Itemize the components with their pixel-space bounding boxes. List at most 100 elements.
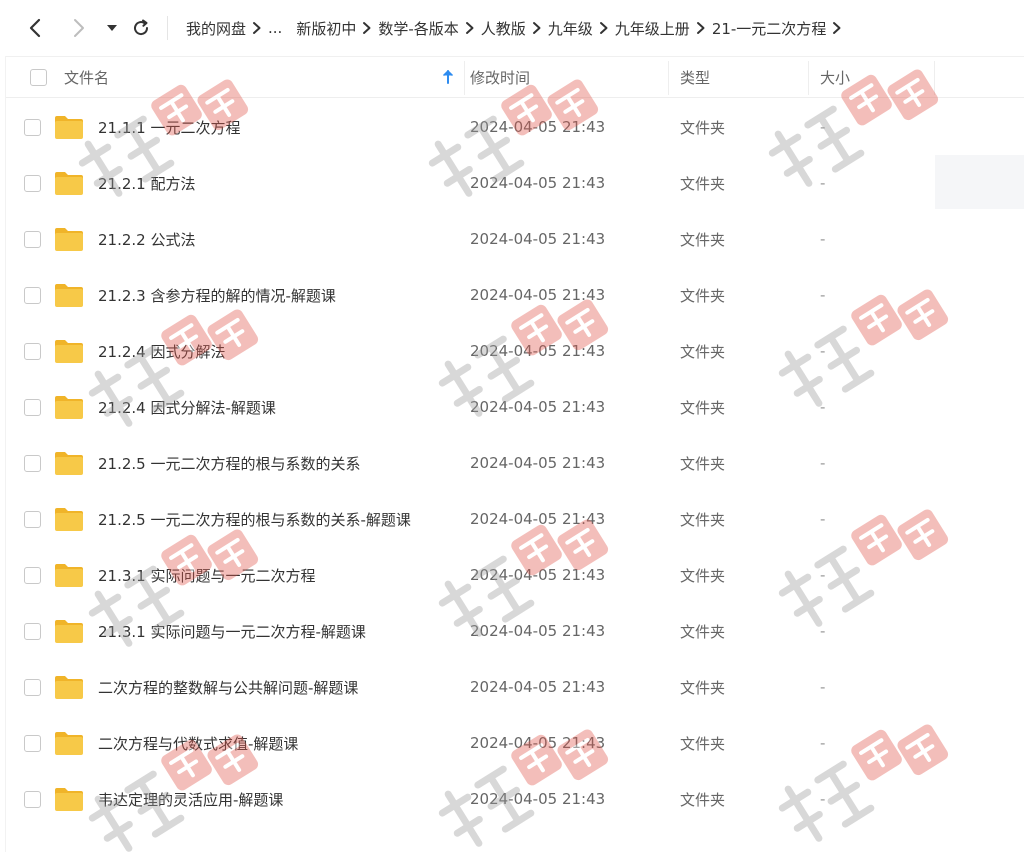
row-checkbox-cell xyxy=(24,155,41,211)
row-checkbox-cell xyxy=(24,771,41,827)
row-checkbox[interactable] xyxy=(24,118,41,136)
table-row[interactable]: 韦达定理的灵活应用-解题课 2024-04-05 21:43 文件夹 - xyxy=(6,771,1024,827)
file-size: - xyxy=(820,678,826,696)
refresh-button[interactable] xyxy=(128,14,154,42)
breadcrumb-item[interactable]: 九年级上册 xyxy=(615,18,690,39)
row-checkbox-cell xyxy=(24,491,41,547)
row-checkbox[interactable] xyxy=(24,790,41,808)
row-checkbox[interactable] xyxy=(24,510,41,528)
file-name[interactable]: 21.2.2 公式法 xyxy=(98,211,195,267)
column-divider[interactable] xyxy=(934,61,935,95)
navigation-bar: 我的网盘 ... 新版初中 数学-各版本 人教版 九年级 九年级上册 21-一元… xyxy=(0,0,1024,56)
file-name[interactable]: 21.2.4 因式分解法 xyxy=(98,323,225,379)
row-checkbox[interactable] xyxy=(24,230,41,248)
file-manager-window: 我的网盘 ... 新版初中 数学-各版本 人教版 九年级 九年级上册 21-一元… xyxy=(0,0,1024,852)
column-header-type[interactable]: 类型 xyxy=(680,57,810,98)
row-checkbox[interactable] xyxy=(24,174,41,192)
file-name[interactable]: 韦达定理的灵活应用-解题课 xyxy=(98,771,283,827)
breadcrumb-item[interactable]: 数学-各版本 xyxy=(378,18,458,39)
row-checkbox[interactable] xyxy=(24,454,41,472)
row-checkbox[interactable] xyxy=(24,678,41,696)
file-name[interactable]: 21.2.1 配方法 xyxy=(98,155,195,211)
file-name[interactable]: 21.2.3 含参方程的解的情况-解题课 xyxy=(98,267,336,323)
table-row[interactable]: 二次方程与代数式求值-解题课 2024-04-05 21:43 文件夹 - xyxy=(6,715,1024,771)
table-row[interactable]: 21.2.5 一元二次方程的根与系数的关系 2024-04-05 21:43 文… xyxy=(6,435,1024,491)
folder-icon xyxy=(54,435,84,491)
file-name[interactable]: 21.2.4 因式分解法-解题课 xyxy=(98,379,276,435)
row-checkbox-cell xyxy=(24,267,41,323)
table-row[interactable]: 21.2.1 配方法 2024-04-05 21:43 文件夹 - xyxy=(6,155,1024,211)
row-checkbox[interactable] xyxy=(24,398,41,416)
file-name[interactable]: 二次方程与代数式求值-解题课 xyxy=(98,715,298,771)
file-name[interactable]: 21.2.5 一元二次方程的根与系数的关系-解题课 xyxy=(98,491,411,547)
folder-icon xyxy=(54,379,84,435)
folder-icon xyxy=(54,771,84,827)
file-type: 文件夹 xyxy=(680,174,726,193)
folder-icon xyxy=(54,491,84,547)
table-row[interactable]: 21.2.2 公式法 2024-04-05 21:43 文件夹 - xyxy=(6,211,1024,267)
file-size: - xyxy=(820,566,826,584)
folder-icon xyxy=(54,267,84,323)
table-row[interactable]: 21.2.4 因式分解法-解题课 2024-04-05 21:43 文件夹 - xyxy=(6,379,1024,435)
file-size: - xyxy=(820,510,826,528)
row-checkbox-cell xyxy=(24,547,41,603)
file-size: - xyxy=(820,622,826,640)
row-checkbox[interactable] xyxy=(24,734,41,752)
chevron-right-icon xyxy=(690,21,712,35)
file-size: - xyxy=(820,790,826,808)
table-row[interactable]: 21.3.1 实际问题与一元二次方程 2024-04-05 21:43 文件夹 … xyxy=(6,547,1024,603)
row-checkbox-cell xyxy=(24,435,41,491)
select-all-checkbox[interactable] xyxy=(30,69,47,86)
sort-ascending-icon[interactable] xyxy=(442,69,454,85)
table-row[interactable]: 21.1.1 一元二次方程 2024-04-05 21:43 文件夹 - xyxy=(6,99,1024,155)
forward-button[interactable] xyxy=(66,14,92,42)
folder-icon xyxy=(54,211,84,267)
folder-icon xyxy=(54,547,84,603)
file-name[interactable]: 21.3.1 实际问题与一元二次方程-解题课 xyxy=(98,603,366,659)
breadcrumb-item[interactable]: 我的网盘 xyxy=(186,18,246,39)
row-checkbox-cell xyxy=(24,211,41,267)
table-row[interactable]: 21.2.5 一元二次方程的根与系数的关系-解题课 2024-04-05 21:… xyxy=(6,491,1024,547)
file-type: 文件夹 xyxy=(680,734,726,753)
row-checkbox[interactable] xyxy=(24,566,41,584)
folder-icon xyxy=(54,323,84,379)
back-button[interactable] xyxy=(22,14,48,42)
file-size: - xyxy=(820,174,826,192)
row-checkbox[interactable] xyxy=(24,342,41,360)
column-header-modified[interactable]: 修改时间 xyxy=(470,57,670,98)
row-checkbox[interactable] xyxy=(24,622,41,640)
history-dropdown-button[interactable] xyxy=(102,14,122,42)
file-name[interactable]: 21.3.1 实际问题与一元二次方程 xyxy=(98,547,315,603)
column-divider[interactable] xyxy=(464,61,465,95)
column-divider[interactable] xyxy=(668,61,669,95)
nav-separator xyxy=(167,16,168,40)
breadcrumb-item[interactable]: 人教版 xyxy=(481,18,526,39)
file-name[interactable]: 21.2.5 一元二次方程的根与系数的关系 xyxy=(98,435,360,491)
file-type: 文件夹 xyxy=(680,510,726,529)
file-size: - xyxy=(820,454,826,472)
breadcrumb-item[interactable]: 新版初中 xyxy=(296,18,356,39)
file-list: 21.1.1 一元二次方程 2024-04-05 21:43 文件夹 - 21.… xyxy=(6,99,1024,827)
file-size: - xyxy=(820,734,826,752)
chevron-right-icon xyxy=(74,19,84,37)
table-row[interactable]: 二次方程的整数解与公共解问题-解题课 2024-04-05 21:43 文件夹 … xyxy=(6,659,1024,715)
folder-icon xyxy=(54,155,84,211)
column-header-size[interactable]: 大小 xyxy=(820,57,940,98)
table-row[interactable]: 21.3.1 实际问题与一元二次方程-解题课 2024-04-05 21:43 … xyxy=(6,603,1024,659)
table-row[interactable]: 21.2.4 因式分解法 2024-04-05 21:43 文件夹 - xyxy=(6,323,1024,379)
file-modified-time: 2024-04-05 21:43 xyxy=(470,342,606,360)
column-header-name[interactable]: 文件名 xyxy=(64,57,458,98)
breadcrumb-current[interactable]: 21-一元二次方程 xyxy=(712,18,827,39)
file-size: - xyxy=(820,230,826,248)
column-divider[interactable] xyxy=(808,61,809,95)
breadcrumb-item[interactable]: 九年级 xyxy=(548,18,593,39)
chevron-right-icon xyxy=(826,21,848,35)
table-row[interactable]: 21.2.3 含参方程的解的情况-解题课 2024-04-05 21:43 文件… xyxy=(6,267,1024,323)
file-name[interactable]: 二次方程的整数解与公共解问题-解题课 xyxy=(98,659,358,715)
row-checkbox[interactable] xyxy=(24,286,41,304)
chevron-left-icon xyxy=(29,18,41,38)
file-type: 文件夹 xyxy=(680,118,726,137)
refresh-icon xyxy=(134,19,149,36)
file-name[interactable]: 21.1.1 一元二次方程 xyxy=(98,99,240,155)
breadcrumb-item[interactable]: ... xyxy=(268,19,282,37)
